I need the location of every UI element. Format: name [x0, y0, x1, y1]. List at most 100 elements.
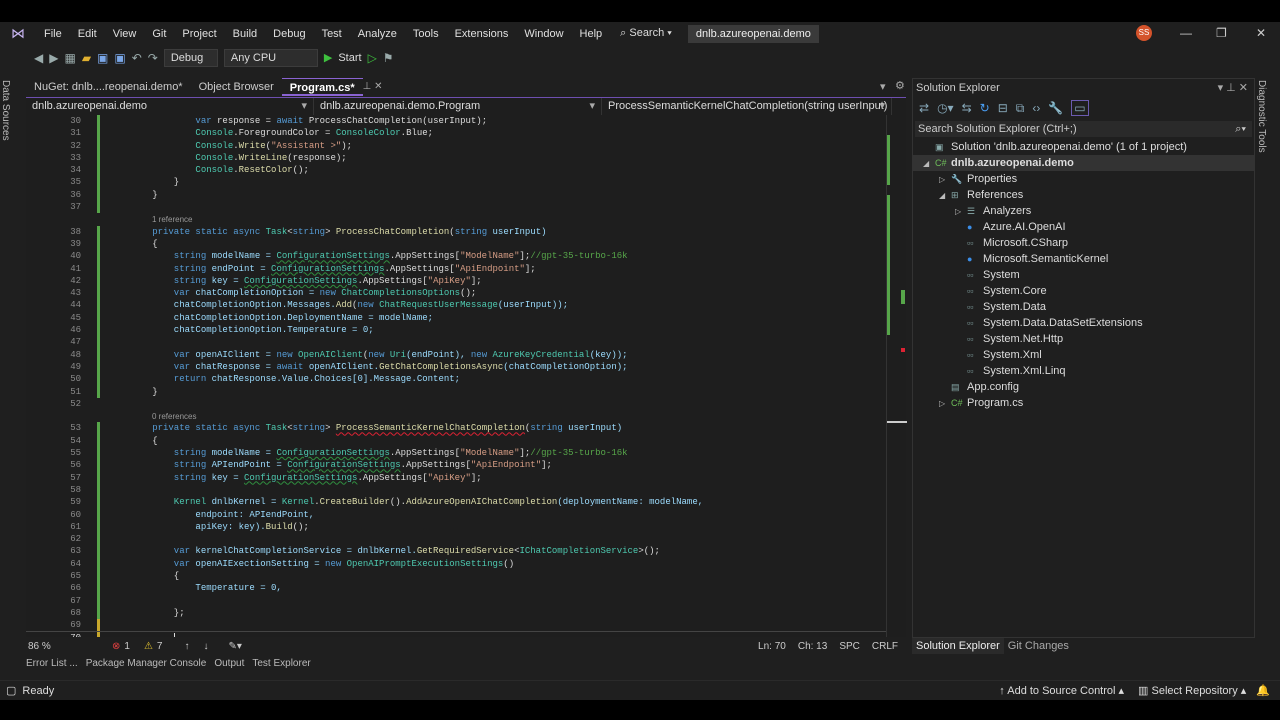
menu-git[interactable]: Git	[144, 28, 174, 40]
code-line[interactable]: 54 {	[26, 434, 886, 448]
tab-0[interactable]: NuGet: dnlb....reopenai.demo*	[26, 78, 191, 96]
code-line[interactable]: 35 }	[26, 176, 886, 189]
tree-item[interactable]: ▫▫ Microsoft.CSharp	[913, 235, 1254, 251]
tree-item[interactable]: ▷ ☰ Analyzers	[913, 203, 1254, 219]
code-line[interactable]: 40 string modelName = ConfigurationSetti…	[26, 250, 886, 263]
restore-icon[interactable]: ❐	[1216, 26, 1227, 40]
pin-tab-icon[interactable]: ⊥ ✕	[363, 78, 383, 96]
code-line[interactable]: 53 private static async Task<string> Pro…	[26, 422, 886, 435]
menu-analyze[interactable]: Analyze	[350, 28, 405, 40]
menu-help[interactable]: Help	[572, 28, 611, 40]
menu-window[interactable]: Window	[516, 28, 571, 40]
minimize-icon[interactable]: —	[1180, 26, 1192, 40]
se-tab-1[interactable]: Git Changes	[1004, 638, 1073, 654]
tab-2[interactable]: Program.cs*	[281, 78, 363, 96]
menu-view[interactable]: View	[105, 28, 145, 40]
tree-item[interactable]: ▫▫ System.Data.DataSetExtensions	[913, 315, 1254, 331]
codelens-references[interactable]: 1 reference	[26, 213, 886, 225]
code-line[interactable]: 36 }	[26, 188, 886, 202]
line-ending[interactable]: CRLF	[872, 641, 898, 652]
tree-item[interactable]: ▷ 🔧 Properties	[913, 171, 1254, 187]
code-line[interactable]: 57 string key = ConfigurationSettings.Ap…	[26, 471, 886, 484]
account-avatar[interactable]: SS	[1136, 25, 1152, 41]
code-editor[interactable]: 30 var response = await ProcessChatCompl…	[26, 115, 886, 637]
tree-item[interactable]: ▫▫ System.Core	[913, 283, 1254, 299]
tab-1[interactable]: Object Browser	[191, 78, 282, 96]
code-line[interactable]: 64 var openAIExectionSetting = new OpenA…	[26, 557, 886, 570]
code-line[interactable]: 70	[26, 631, 886, 637]
preview-selected-items-icon[interactable]: ▭	[1071, 100, 1089, 116]
code-line[interactable]: 39 {	[26, 237, 886, 251]
menu-test[interactable]: Test	[314, 28, 350, 40]
data-sources-panel-tab[interactable]: Data Sources	[0, 78, 24, 638]
start-without-debugging-icon[interactable]: ▷	[368, 51, 377, 65]
tree-item[interactable]: ▫▫ System	[913, 267, 1254, 283]
redo-icon[interactable]: ↷	[148, 51, 158, 65]
tree-item[interactable]: ◢ ⊞ References	[913, 187, 1254, 203]
code-line[interactable]: 50 return chatResponse.Value.Choices[0].…	[26, 373, 886, 386]
code-line[interactable]: 52	[26, 398, 886, 410]
view-code-icon[interactable]: ‹›	[1032, 101, 1040, 115]
code-line[interactable]: 58	[26, 483, 886, 497]
code-line[interactable]: 65 {	[26, 569, 886, 583]
configuration-select[interactable]: Debug	[163, 48, 218, 67]
platform-select[interactable]: Any CPU	[223, 48, 318, 67]
bottom-tab-3[interactable]: Test Explorer	[252, 658, 310, 669]
code-line[interactable]: 62	[26, 533, 886, 546]
code-line[interactable]: 55 string modelName = ConfigurationSetti…	[26, 447, 886, 460]
back-icon[interactable]: ◀	[34, 51, 43, 65]
solution-search-input[interactable]: Search Solution Explorer (Ctrl+;) ⌕▾	[915, 121, 1252, 137]
line-number[interactable]: Ln: 70	[758, 641, 786, 652]
switch-views-icon[interactable]: ⇄	[919, 101, 929, 115]
tree-item[interactable]: ● Microsoft.SemanticKernel	[913, 251, 1254, 267]
bookmark-icon[interactable]: ⚑	[383, 51, 394, 65]
code-line[interactable]: 44 chatCompletionOption.Messages.Add(new…	[26, 299, 886, 312]
code-line[interactable]: 56 string APIendPoint = ConfigurationSet…	[26, 459, 886, 472]
tree-item[interactable]: ▫▫ System.Net.Http	[913, 331, 1254, 347]
code-line[interactable]: 67	[26, 594, 886, 607]
expand-arrow-icon[interactable]: ▷	[939, 396, 951, 412]
undo-icon[interactable]: ↶	[132, 51, 142, 65]
open-folder-icon[interactable]: ▰	[82, 51, 91, 65]
editor-vertical-scrollbar[interactable]	[886, 115, 907, 637]
code-line[interactable]: 59 Kernel dnlbKernel = Kernel.CreateBuil…	[26, 496, 886, 509]
codelens-references[interactable]: 0 references	[26, 410, 886, 422]
column-number[interactable]: Ch: 13	[798, 641, 827, 652]
menu-file[interactable]: File	[36, 28, 70, 40]
panel-options-icons[interactable]: ▾ ⊥ ✕	[1218, 79, 1254, 97]
code-line[interactable]: 48 var openAIClient = new OpenAIClient(n…	[26, 348, 886, 361]
code-line[interactable]: 61 apiKey: key).Build();	[26, 520, 886, 534]
code-cleanup-icon[interactable]: ✎▾	[228, 641, 241, 652]
project-dropdown[interactable]: dnlb.azureopenai.demo ▾	[26, 98, 314, 115]
tab-list-dropdown-icon[interactable]: ▾	[880, 80, 886, 93]
add-to-source-control-button[interactable]: ↑ Add to Source Control ▴	[999, 684, 1124, 697]
tree-item[interactable]: ◢ C# dnlb.azureopenai.demo	[913, 155, 1254, 171]
code-line[interactable]: 42 string key = ConfigurationSettings.Ap…	[26, 274, 886, 288]
settings-gear-icon[interactable]: ⚙	[895, 79, 905, 92]
code-line[interactable]: 46 chatCompletionOption.Temperature = 0;	[26, 324, 886, 337]
whitespace-mode[interactable]: SPC	[839, 641, 860, 652]
code-line[interactable]: 68 };	[26, 606, 886, 620]
tree-item[interactable]: ▤ App.config	[913, 379, 1254, 395]
start-icon[interactable]: ▶	[324, 51, 332, 64]
properties-icon[interactable]: 🔧	[1048, 101, 1063, 115]
zoom-level[interactable]: 86 %	[26, 641, 76, 652]
next-issue-icon[interactable]: ↓	[203, 641, 208, 652]
code-line[interactable]: 45 chatCompletionOption.DeploymentName =…	[26, 311, 886, 325]
type-dropdown[interactable]: dnlb.azureopenai.demo.Program ▾	[314, 98, 602, 115]
diagnostic-tools-panel-tab[interactable]: Diagnostic Tools	[1256, 78, 1280, 638]
tree-item[interactable]: ● Azure.AI.OpenAI	[913, 219, 1254, 235]
code-line[interactable]: 51 }	[26, 385, 886, 398]
tree-item[interactable]: ▫▫ System.Data	[913, 299, 1254, 315]
save-all-icon[interactable]: ▣	[114, 51, 125, 65]
refresh-icon[interactable]: ↻	[980, 101, 990, 115]
code-line[interactable]: 49 var chatResponse = await openAIClient…	[26, 360, 886, 374]
show-all-files-icon[interactable]: ⧉	[1016, 101, 1025, 116]
code-line[interactable]: 69	[26, 619, 886, 632]
new-project-icon[interactable]: ▦	[64, 51, 75, 65]
menu-tools[interactable]: Tools	[405, 28, 447, 40]
warning-icon[interactable]: ⚠	[144, 641, 153, 652]
search-button[interactable]: ⌕ Search ▾	[620, 27, 672, 40]
code-line[interactable]: 31 Console.ForegroundColor = ConsoleColo…	[26, 127, 886, 140]
pending-changes-filter-icon[interactable]: ◷▾	[937, 101, 954, 115]
